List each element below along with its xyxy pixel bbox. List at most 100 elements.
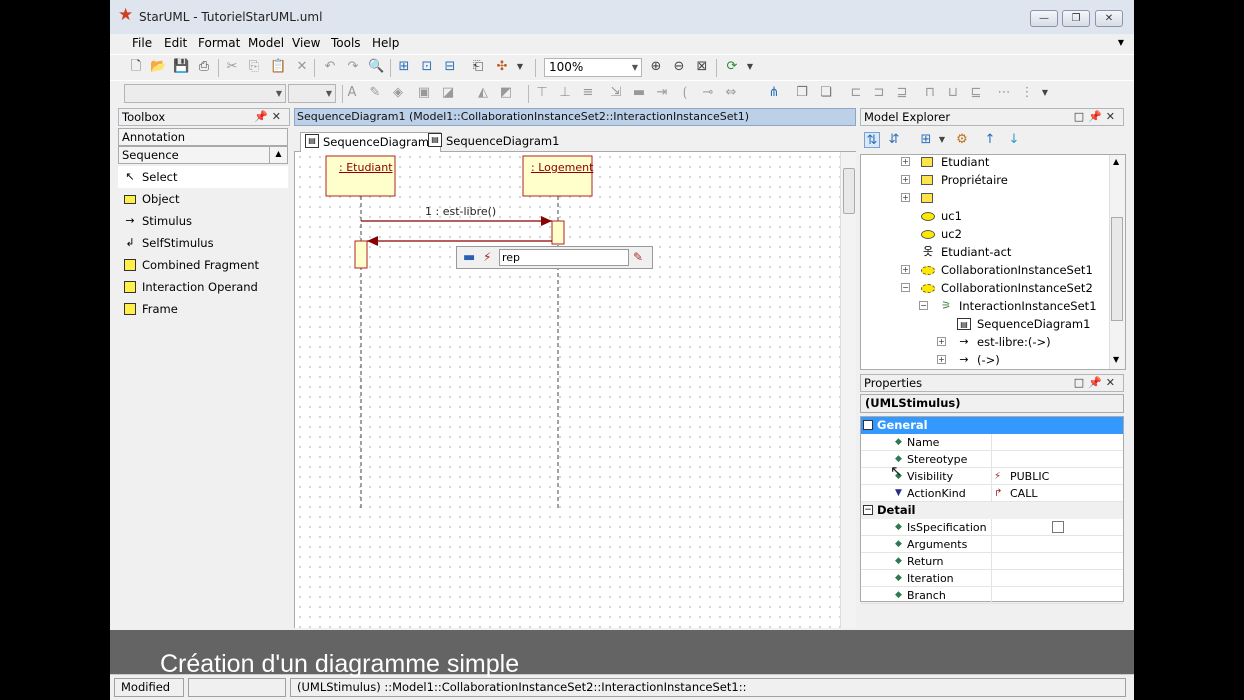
activation-logement[interactable]: [551, 220, 565, 245]
model-tree[interactable]: + Etudiant + Propriétaire + uc1 uc2 옷 Et…: [860, 154, 1126, 370]
menu-help[interactable]: Help: [372, 36, 399, 50]
menu-overflow-icon[interactable]: ▼: [1118, 38, 1124, 47]
distribute-icon[interactable]: ⊸: [700, 85, 716, 101]
tree-icon[interactable]: ⋔: [766, 85, 782, 101]
font-icon[interactable]: A: [344, 85, 360, 101]
stereotype-icon[interactable]: ◭: [475, 85, 491, 101]
fill-color-icon[interactable]: ◈: [390, 85, 406, 101]
menu-view[interactable]: View: [292, 36, 320, 50]
property-value[interactable]: ↱ CALL: [991, 485, 1123, 501]
property-row-isspecification[interactable]: ◆ IsSpecification: [861, 519, 1123, 536]
layout-icon[interactable]: ✣: [494, 59, 510, 75]
property-value[interactable]: [991, 434, 1123, 450]
dropdown-arrow-icon[interactable]: ▼: [1037, 85, 1053, 101]
view-filter-icon[interactable]: ⊞: [918, 132, 934, 148]
expand-icon[interactable]: +: [901, 175, 910, 184]
property-category-general[interactable]: − General: [861, 417, 1123, 434]
property-value[interactable]: [991, 570, 1123, 586]
cut-icon[interactable]: ✂: [224, 59, 240, 75]
visibility-icon[interactable]: ▬: [463, 250, 475, 265]
maximize-button[interactable]: ❐: [1062, 10, 1090, 27]
move-up-icon[interactable]: ↑: [982, 132, 998, 148]
toolbox-item-selfstimulus[interactable]: ↲ SelfStimulus: [118, 232, 288, 254]
redo-icon[interactable]: ↷: [345, 59, 361, 75]
ungroup-icon[interactable]: ❏: [818, 85, 834, 101]
tab-sequence-diagram-2[interactable]: ▤ SequenceDiagram1: [424, 132, 559, 152]
collapse-icon[interactable]: −: [863, 420, 873, 430]
panel-buttons[interactable]: 📌✕: [254, 109, 285, 125]
collapse-icon[interactable]: −: [863, 505, 873, 515]
zoom-combo[interactable]: 100% ▼: [544, 58, 642, 77]
spacing-icon[interactable]: ⇔: [723, 85, 739, 101]
refresh-icon[interactable]: ⟳: [724, 59, 740, 75]
zoom-out-icon[interactable]: ⊖: [671, 59, 687, 75]
scrollbar-thumb[interactable]: [843, 168, 855, 214]
expand-icon[interactable]: +: [901, 265, 910, 274]
toolbox-item-frame[interactable]: Frame: [118, 298, 288, 320]
toolbox-item-object[interactable]: Object: [118, 188, 288, 210]
paste-icon[interactable]: 📋: [270, 59, 286, 75]
align-bottom2-icon[interactable]: ⊑: [968, 85, 984, 101]
zoom-fit-icon[interactable]: ⊠: [694, 59, 710, 75]
diagram-options-icon[interactable]: ⊟: [442, 59, 458, 75]
add-diagram-icon[interactable]: ⊞: [396, 59, 412, 75]
property-value[interactable]: [991, 587, 1123, 603]
menu-model[interactable]: Model: [248, 36, 284, 50]
name-input[interactable]: [499, 249, 629, 266]
property-value[interactable]: [991, 536, 1123, 552]
edit-icon[interactable]: ✎: [633, 250, 643, 264]
line-color-icon[interactable]: ✎: [367, 85, 383, 101]
panel-buttons[interactable]: □📌✕: [1074, 375, 1119, 391]
category-collapse-icon[interactable]: ▲: [269, 146, 287, 164]
menu-edit[interactable]: Edit: [164, 36, 187, 50]
toolbox-item-interaction-operand[interactable]: Interaction Operand: [118, 276, 288, 298]
expand-icon[interactable]: +: [937, 337, 946, 346]
align-bottom-icon[interactable]: ≡: [580, 85, 596, 101]
expand-icon[interactable]: +: [901, 193, 910, 202]
bracket-icon[interactable]: ⟮: [677, 85, 693, 101]
tab-sequence-diagram-1[interactable]: ▤ SequenceDiagram1: [300, 132, 442, 152]
property-value[interactable]: [991, 451, 1123, 467]
line-style-icon[interactable]: ◪: [440, 85, 456, 101]
move-down-icon[interactable]: ↓: [1006, 132, 1022, 148]
canvas-vertical-scrollbar[interactable]: [840, 152, 856, 628]
property-row-branch[interactable]: ◆ Branch: [861, 587, 1123, 604]
distribute-h-icon[interactable]: ⋯: [996, 85, 1012, 101]
toolbox-item-stimulus[interactable]: → Stimulus: [118, 210, 288, 232]
expand-icon[interactable]: +: [901, 157, 910, 166]
property-value[interactable]: [991, 553, 1123, 569]
toolbox-category-sequence[interactable]: Sequence ▲: [118, 146, 288, 164]
property-row-iteration[interactable]: ◆ Iteration: [861, 570, 1123, 587]
diagram-properties-icon[interactable]: ⊡: [419, 59, 435, 75]
export-icon[interactable]: ⎗: [470, 59, 486, 75]
select-shape-icon[interactable]: ▣: [416, 85, 432, 101]
print-icon[interactable]: ⎙: [196, 59, 212, 75]
align-center-icon[interactable]: ⊐: [871, 85, 887, 101]
suppress-icon[interactable]: ◩: [498, 85, 514, 101]
open-folder-icon[interactable]: 📂: [150, 59, 166, 75]
delete-icon[interactable]: ✕: [294, 59, 310, 75]
collapse-icon[interactable]: −: [901, 283, 910, 292]
font-name-combo[interactable]: ▼: [124, 84, 286, 103]
scroll-down-icon[interactable]: ▼: [1113, 355, 1119, 364]
collapse-icon[interactable]: −: [919, 301, 928, 310]
property-category-detail[interactable]: − Detail: [861, 502, 1123, 519]
toolbox-item-select[interactable]: ↖ Select: [118, 166, 288, 188]
connector-icon[interactable]: ⇥: [654, 85, 670, 101]
activation-etudiant[interactable]: [354, 240, 368, 269]
sort-name-icon[interactable]: ⇵: [886, 132, 902, 148]
diagram-canvas[interactable]: : Etudiant : Logement 1 : est-libre() ▬ …: [294, 152, 840, 628]
align-right-icon[interactable]: ⊒: [894, 85, 910, 101]
minimize-button[interactable]: —: [1030, 10, 1058, 27]
toolbox-item-combined-fragment[interactable]: Combined Fragment: [118, 254, 288, 276]
dropdown-arrow-icon[interactable]: ▼: [934, 132, 950, 148]
property-row-name[interactable]: ◆ Name: [861, 434, 1123, 451]
panel-buttons[interactable]: □📌✕: [1074, 109, 1119, 125]
property-row-actionkind[interactable]: ▼ ActionKind ↱ CALL: [861, 485, 1123, 502]
model-icon[interactable]: ⚙: [954, 132, 970, 148]
save-icon[interactable]: 💾: [173, 59, 189, 75]
menu-tools[interactable]: Tools: [331, 36, 361, 50]
group-icon[interactable]: ❐: [794, 85, 810, 101]
property-row-return[interactable]: ◆ Return: [861, 553, 1123, 570]
align-top2-icon[interactable]: ⊓: [922, 85, 938, 101]
